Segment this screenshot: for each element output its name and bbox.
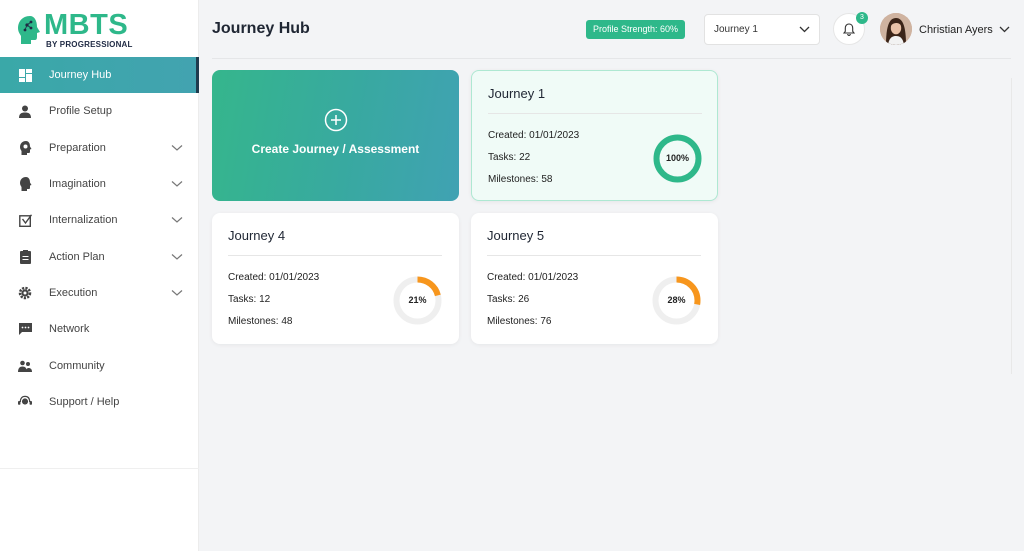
sidebar-item-preparation[interactable]: Preparation bbox=[0, 130, 199, 166]
brand-logo[interactable]: MBTS BY PROGRESSIONAL bbox=[16, 10, 186, 50]
profile-strength-badge: Profile Strength: 60% bbox=[586, 20, 686, 39]
journey-milestones: Milestones: 76 bbox=[487, 316, 552, 327]
people-icon bbox=[18, 359, 32, 373]
journey-tasks: Tasks: 26 bbox=[487, 294, 530, 305]
chevron-down-icon[interactable] bbox=[171, 144, 183, 152]
journey-created: Created: 01/01/2023 bbox=[488, 130, 580, 141]
sidebar-item-journey-hub[interactable]: Journey Hub bbox=[0, 57, 199, 94]
sidebar-divider bbox=[0, 468, 199, 469]
sidebar-item-imagination[interactable]: Imagination bbox=[0, 166, 199, 202]
progress-label: 100% bbox=[665, 153, 690, 163]
card-divider bbox=[488, 113, 702, 114]
plus-circle-icon bbox=[324, 108, 347, 131]
sidebar-item-execution[interactable]: Execution bbox=[0, 275, 199, 311]
journey-card-title: Journey 5 bbox=[487, 228, 545, 243]
journey-select-value: Journey 1 bbox=[714, 24, 758, 35]
journey-tasks: Tasks: 22 bbox=[488, 152, 531, 163]
clipboard-icon bbox=[18, 249, 32, 264]
journey-card[interactable]: Journey 4 Created: 01/01/2023 Tasks: 12 … bbox=[212, 213, 459, 344]
chat-icon bbox=[18, 322, 32, 336]
journey-card[interactable]: Journey 1 Created: 01/01/2023 Tasks: 22 … bbox=[471, 70, 718, 201]
sidebar-item-community[interactable]: Community bbox=[0, 347, 199, 383]
sidebar-item-support[interactable]: Support / Help bbox=[0, 384, 199, 420]
brand-title: MBTS bbox=[44, 9, 129, 41]
user-name[interactable]: Christian Ayers bbox=[919, 24, 993, 36]
sidebar-item-label: Community bbox=[49, 359, 105, 372]
progress-label: 28% bbox=[667, 295, 686, 305]
header-divider bbox=[212, 58, 1011, 59]
top-header: Journey Hub Profile Strength: 60% Journe… bbox=[199, 0, 1024, 58]
chevron-down-icon[interactable] bbox=[171, 289, 183, 297]
card-divider bbox=[228, 255, 442, 256]
create-journey-label: Create Journey / Assessment bbox=[251, 141, 420, 156]
sidebar-item-label: Profile Setup bbox=[49, 105, 112, 118]
chevron-down-icon[interactable] bbox=[171, 180, 183, 188]
chevron-down-icon[interactable] bbox=[171, 253, 183, 261]
sidebar-item-label: Support / Help bbox=[49, 395, 120, 408]
journey-created: Created: 01/01/2023 bbox=[228, 272, 320, 283]
head-bulb-icon bbox=[18, 140, 32, 155]
chevron-down-icon[interactable] bbox=[171, 216, 183, 224]
journey-card[interactable]: Journey 5 Created: 01/01/2023 Tasks: 26 … bbox=[471, 213, 718, 344]
journey-card-title: Journey 1 bbox=[488, 86, 546, 101]
sidebar-item-profile-setup[interactable]: Profile Setup bbox=[0, 93, 199, 129]
dashboard-icon bbox=[18, 68, 32, 82]
bell-icon bbox=[843, 22, 855, 36]
journey-tasks: Tasks: 12 bbox=[228, 294, 271, 305]
brain-head-icon bbox=[18, 16, 40, 44]
journey-card-title: Journey 4 bbox=[228, 228, 286, 243]
headset-icon bbox=[18, 395, 32, 409]
journey-select[interactable]: Journey 1 bbox=[704, 14, 820, 45]
content-divider bbox=[1011, 78, 1012, 374]
user-icon bbox=[18, 104, 32, 118]
sidebar-item-label: Journey Hub bbox=[49, 69, 112, 82]
notification-count-badge: 3 bbox=[856, 12, 868, 24]
sidebar: MBTS BY PROGRESSIONAL Journey Hub Profil… bbox=[0, 0, 199, 551]
head-gear-icon bbox=[18, 177, 32, 192]
journey-created: Created: 01/01/2023 bbox=[487, 272, 579, 283]
sidebar-item-label: Network bbox=[49, 323, 90, 336]
sidebar-item-network[interactable]: Network bbox=[0, 311, 199, 347]
brand-subtitle: BY PROGRESSIONAL bbox=[46, 40, 133, 49]
create-journey-card[interactable]: Create Journey / Assessment bbox=[212, 70, 459, 201]
sidebar-item-action-plan[interactable]: Action Plan bbox=[0, 238, 199, 274]
sidebar-item-internalization[interactable]: Internalization bbox=[0, 202, 199, 238]
progress-ring: 21% bbox=[392, 275, 443, 326]
journey-milestones: Milestones: 48 bbox=[228, 316, 293, 327]
progress-label: 21% bbox=[408, 295, 427, 305]
card-divider bbox=[487, 255, 701, 256]
avatar[interactable] bbox=[880, 13, 912, 45]
chevron-down-icon bbox=[799, 26, 810, 33]
avatar-photo bbox=[880, 13, 912, 45]
checkbox-arrow-icon bbox=[18, 213, 32, 227]
journey-milestones: Milestones: 58 bbox=[488, 174, 553, 185]
page-title: Journey Hub bbox=[212, 20, 310, 37]
notifications-button[interactable]: 3 bbox=[833, 12, 868, 45]
progress-ring: 100% bbox=[652, 133, 703, 184]
progress-ring: 28% bbox=[651, 275, 702, 326]
chevron-down-icon[interactable] bbox=[999, 26, 1010, 33]
gear-icon bbox=[18, 286, 32, 300]
sidebar-nav: Journey Hub Profile Setup Preparation Im… bbox=[0, 57, 199, 420]
